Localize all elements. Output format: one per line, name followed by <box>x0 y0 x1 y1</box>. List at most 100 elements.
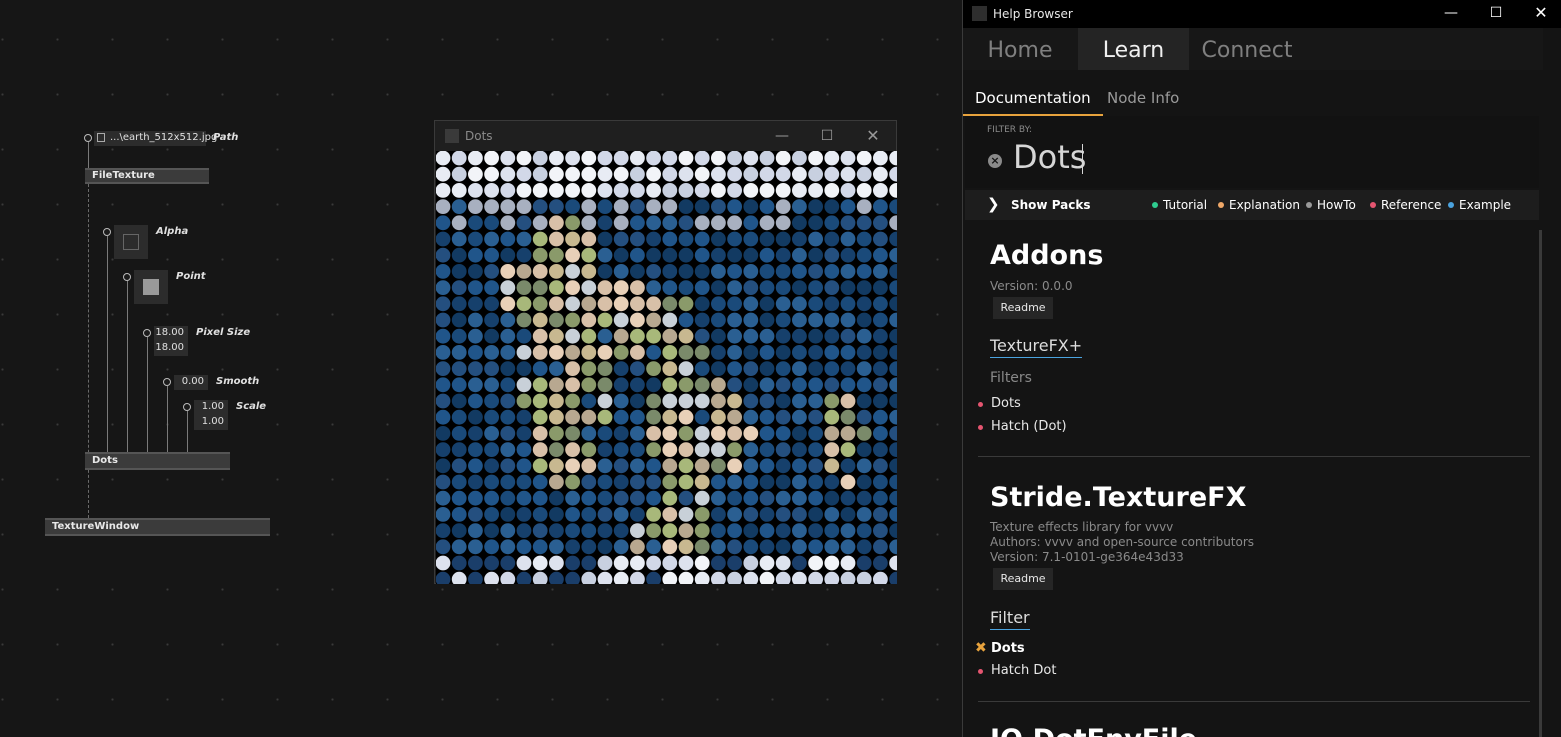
alpha-color-swatch[interactable] <box>114 225 148 259</box>
maximize-button[interactable]: ☐ <box>1473 0 1519 28</box>
dots-node[interactable]: Dots <box>85 452 230 470</box>
pack-description: Texture effects library for vvvv <box>990 520 1174 534</box>
tab-connect[interactable]: Connect <box>1190 28 1304 70</box>
pack-title: Addons <box>990 240 1104 271</box>
explanation-dot-icon <box>1218 201 1224 208</box>
close-button[interactable]: ✕ <box>1518 0 1561 28</box>
clear-filter-icon[interactable]: × <box>988 154 1002 168</box>
file-texture-node[interactable]: FileTexture <box>85 168 209 184</box>
close-icon: ✖ <box>975 640 987 656</box>
point-pin[interactable] <box>123 273 131 281</box>
node-link-dots[interactable]: Dots <box>978 396 1021 411</box>
smooth-value[interactable]: 0.00 <box>174 375 208 390</box>
reference-dot-icon <box>978 669 983 674</box>
close-button[interactable]: ✕ <box>850 121 896 151</box>
dots-render-window[interactable]: Dots — ☐ ✕ <box>434 120 897 584</box>
reference-dot-icon <box>978 402 983 407</box>
path-label: Path <box>213 132 239 143</box>
packs-bar: ❯ Show Packs Tutorial Explanation HowTo … <box>965 190 1539 220</box>
pack-title: Stride.TextureFX <box>990 482 1247 513</box>
alpha-label: Alpha <box>156 226 189 237</box>
path-pin[interactable] <box>84 134 92 142</box>
file-icon <box>97 133 105 142</box>
reference-dot-icon <box>978 425 983 430</box>
legend-label: HowTo <box>1317 198 1356 212</box>
texture-window-node[interactable]: TextureWindow <box>45 518 270 536</box>
category-link[interactable]: TextureFX+ <box>990 336 1083 358</box>
legend-label: Reference <box>1381 198 1442 212</box>
readme-button[interactable]: Readme <box>993 297 1053 319</box>
pack-version: Version: 0.0.0 <box>990 279 1073 293</box>
sub-tabs: Documentation Node Info <box>963 82 1543 116</box>
scale-pin[interactable] <box>183 403 191 411</box>
node-link-label: Dots <box>991 396 1021 411</box>
point-label: Point <box>176 271 206 282</box>
tab-node-info[interactable]: Node Info <box>1095 82 1191 114</box>
link-scale <box>187 411 188 452</box>
alpha-pin[interactable] <box>103 228 111 236</box>
show-packs-toggle[interactable]: Show Packs <box>1011 198 1091 212</box>
node-link-label: Hatch (Dot) <box>991 419 1067 434</box>
link-point <box>127 281 128 452</box>
path-input[interactable]: ...\earth_512x512.jpg <box>94 131 217 146</box>
link-alpha <box>107 236 108 452</box>
pixel-size-x[interactable]: 18.00 <box>154 326 188 341</box>
help-browser-title: Help Browser <box>993 7 1073 21</box>
legend-label: Example <box>1459 198 1512 212</box>
smooth-pin[interactable] <box>163 378 171 386</box>
legend-explanation[interactable]: Explanation <box>1218 198 1300 212</box>
render-window-title: Dots <box>465 129 493 143</box>
app-icon <box>445 129 459 143</box>
text-caret <box>1082 144 1083 174</box>
pixel-size-y[interactable]: 18.00 <box>154 341 188 356</box>
scale-x[interactable]: 1.00 <box>194 400 228 415</box>
filter-panel: FILTER BY: × Dots <box>965 116 1539 188</box>
section-divider <box>978 456 1530 457</box>
node-link-dots-selected[interactable]: ✖ Dots <box>975 640 1025 656</box>
dots-output-image <box>436 151 897 584</box>
documentation-list[interactable]: Addons Version: 0.0.0 Readme TextureFX+ … <box>963 222 1539 737</box>
section-divider <box>978 701 1530 702</box>
subcategory-label: Filters <box>990 370 1032 386</box>
smooth-label: Smooth <box>216 376 260 387</box>
legend-tutorial[interactable]: Tutorial <box>1152 198 1207 212</box>
help-browser-titlebar[interactable]: Help Browser — ☐ ✕ <box>963 0 1561 28</box>
minimize-button[interactable]: — <box>759 121 805 151</box>
path-value: ...\earth_512x512.jpg <box>110 132 218 143</box>
legend-label: Explanation <box>1229 198 1300 212</box>
link-smooth <box>167 386 168 452</box>
scale-y[interactable]: 1.00 <box>194 415 228 430</box>
tab-documentation[interactable]: Documentation <box>963 82 1103 116</box>
link-path <box>88 142 89 168</box>
howto-dot-icon <box>1306 201 1312 208</box>
legend-reference[interactable]: Reference <box>1370 198 1441 212</box>
legend-howto[interactable]: HowTo <box>1306 198 1356 212</box>
point-color-swatch[interactable] <box>134 270 168 304</box>
help-browser-window[interactable]: Help Browser — ☐ ✕ Home Learn Connect Do… <box>962 0 1561 737</box>
link-pixel-size <box>147 337 148 452</box>
maximize-button[interactable]: ☐ <box>804 121 850 151</box>
minimize-button[interactable]: — <box>1428 0 1474 28</box>
chevron-right-icon[interactable]: ❯ <box>987 195 1000 213</box>
filter-input[interactable]: Dots <box>1013 138 1086 176</box>
app-icon <box>972 6 987 21</box>
pixel-size-label: Pixel Size <box>196 327 251 338</box>
tab-learn[interactable]: Learn <box>1078 28 1189 70</box>
render-window-titlebar[interactable]: Dots — ☐ ✕ <box>435 121 896 151</box>
pixel-size-pin[interactable] <box>143 329 151 337</box>
node-link-hatch-dot[interactable]: Hatch Dot <box>978 663 1057 678</box>
main-tabs: Home Learn Connect <box>963 28 1543 70</box>
reference-dot-icon <box>1370 201 1376 208</box>
example-dot-icon <box>1448 201 1454 208</box>
scrollbar[interactable] <box>1539 230 1542 737</box>
legend-label: Tutorial <box>1163 198 1208 212</box>
tutorial-dot-icon <box>1152 201 1158 208</box>
pack-authors: Authors: vvvv and open-source contributo… <box>990 535 1255 549</box>
node-link-label: Hatch Dot <box>991 663 1057 678</box>
legend-example[interactable]: Example <box>1448 198 1511 212</box>
tab-home[interactable]: Home <box>963 28 1077 70</box>
node-link-hatch-dot[interactable]: Hatch (Dot) <box>978 419 1067 434</box>
pack-title: IO.DotEnvFile <box>990 724 1197 737</box>
category-link[interactable]: Filter <box>990 608 1030 630</box>
readme-button[interactable]: Readme <box>993 568 1053 590</box>
